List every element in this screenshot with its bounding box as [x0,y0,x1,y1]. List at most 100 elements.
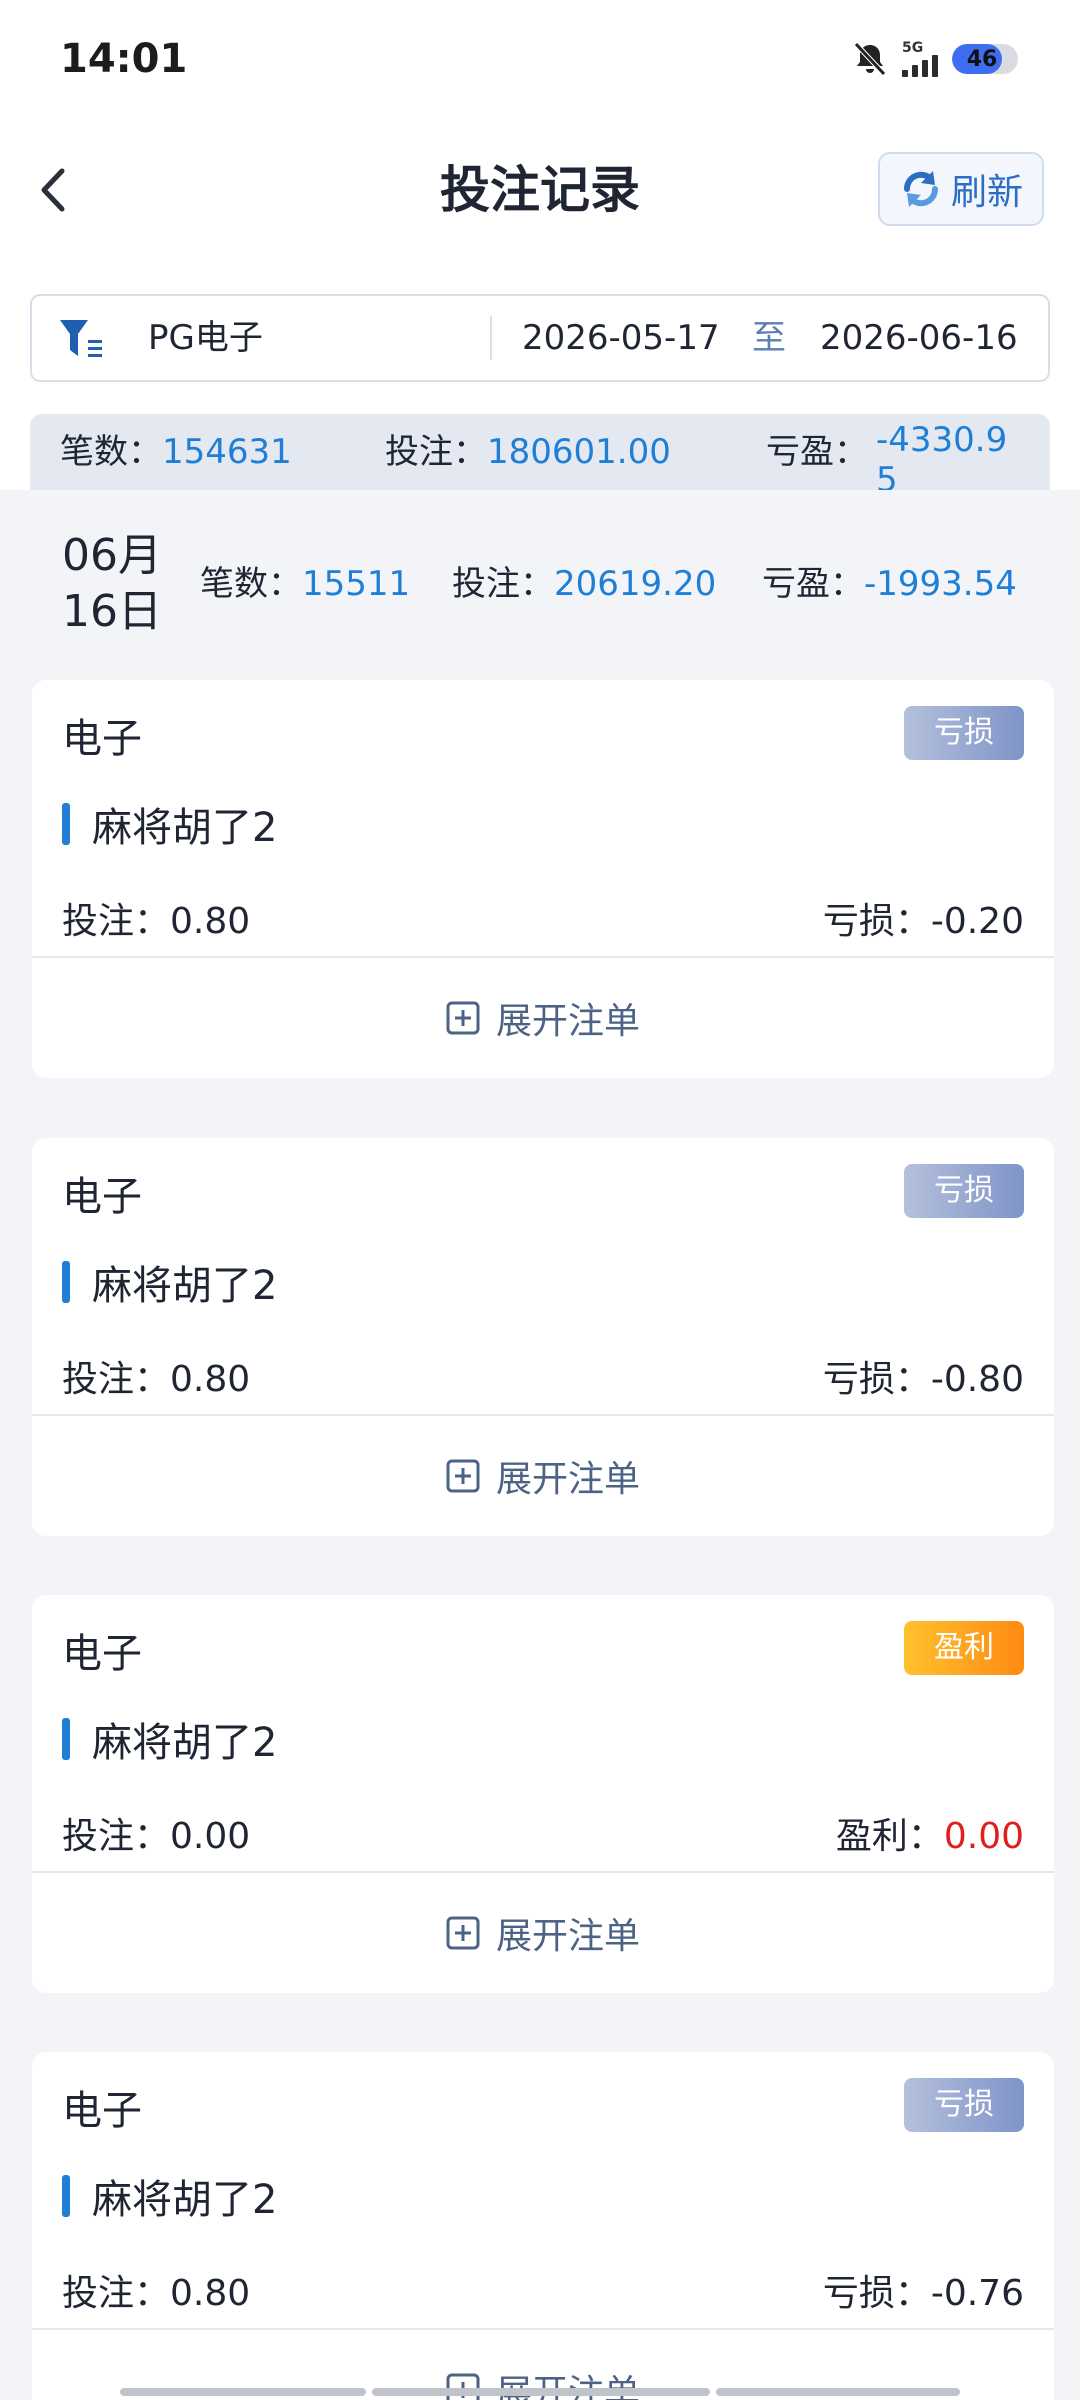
record-game: 麻将胡了2 [62,1717,277,1766]
plus-square-icon [446,1916,480,1950]
summary-count: 笔数：154631 [60,414,292,490]
result-badge: 盈利 [904,1621,1024,1675]
filter-icon[interactable] [58,316,106,364]
day-bet: 投注：20619.20 [452,556,716,605]
gesture-bar [372,2388,710,2396]
result-value: -0.20 [930,901,1024,942]
day-count-label: 笔数： [200,564,302,604]
result-label: 盈利： [835,1816,944,1857]
result-label: 亏损： [822,1359,931,1400]
result-value: -0.80 [930,1359,1024,1400]
plus-square-icon [446,1459,480,1493]
expand-label: 展开注单 [495,1916,640,1957]
summary-pl-label: 亏盈： [766,432,868,472]
game-name: 麻将胡了2 [92,805,278,851]
bet-record-card: 电子 亏损 麻将胡了2 投注：0.80 亏损：-0.80 展开注单 [32,1138,1054,1536]
day-header: 06月 16日 笔数：15511 投注：20619.20 亏盈：-1993.54 [0,520,1080,650]
bet-record-card: 电子 亏损 麻将胡了2 投注：0.80 亏损：-0.76 展开注单 [32,2052,1054,2400]
result-label: 亏损： [822,901,931,942]
refresh-icon [903,171,938,207]
result-label: 亏损： [822,2273,931,2314]
game-name: 麻将胡了2 [92,1263,278,1309]
filter-bar: PG电子 2026-05-17 至 2026-06-16 [30,294,1050,382]
gesture-bar [716,2388,960,2396]
record-result: 亏损：-0.76 [823,2264,1024,2316]
bet-value: 0.80 [170,1359,251,1400]
summary-pl-value: -4330.95 [876,420,1008,490]
day-month: 06月 [62,530,162,581]
back-button[interactable] [22,158,86,222]
summary-bet-value: 180601.00 [487,432,671,472]
expand-bet-button[interactable]: 展开注单 [32,958,1054,1078]
game-marker [62,1261,70,1303]
record-bet: 投注：0.00 [62,1807,250,1859]
game-marker [62,1718,70,1760]
bet-label: 投注： [62,901,171,942]
result-badge: 亏损 [904,1164,1024,1218]
refresh-label: 刷新 [950,172,1023,213]
day-date: 06月 16日 [62,528,162,640]
day-pl-value: -1993.54 [864,564,1017,604]
day-bet-label: 投注： [452,564,554,604]
record-category: 电子 [62,716,142,762]
result-value: 0.00 [943,1816,1024,1857]
signal-icon [902,55,938,77]
day-bet-value: 20619.20 [554,564,717,604]
record-category: 电子 [62,1631,142,1677]
expand-label: 展开注单 [495,1459,640,1500]
summary-bar: 笔数：154631 投注：180601.00 亏盈： -4330.95 [30,414,1050,490]
bell-muted-icon [854,42,886,76]
record-bet: 投注：0.80 [62,2264,250,2316]
filter-divider [490,316,492,360]
bet-record-card: 电子 亏损 麻将胡了2 投注：0.80 亏损：-0.20 展开注单 [32,680,1054,1078]
day-pl: 亏盈：-1993.54 [762,556,1017,605]
network-label: 5G [902,40,924,56]
record-bet: 投注：0.80 [62,1350,250,1402]
gesture-bar [120,2388,366,2396]
bet-record-card: 电子 盈利 麻将胡了2 投注：0.00 盈利：0.00 展开注单 [32,1595,1054,1993]
summary-count-value: 154631 [162,432,292,472]
bet-label: 投注： [62,1359,171,1400]
refresh-button[interactable]: 刷新 [878,152,1044,226]
bet-value: 0.80 [170,901,251,942]
bet-label: 投注： [62,2273,171,2314]
record-category: 电子 [62,1174,142,1220]
status-bar: 14:01 5G 46 [0,0,1080,120]
game-filter-select[interactable]: PG电子 [148,296,263,380]
expand-bet-button[interactable]: 展开注单 [32,1873,1054,1993]
result-value: -0.76 [930,2273,1024,2314]
plus-square-icon [446,1001,480,1035]
header: 投注记录 刷新 [0,140,1080,240]
game-name: 麻将胡了2 [92,1720,278,1766]
end-date-field[interactable]: 2026-06-16 [820,296,1018,380]
network-indicator: 5G [902,41,938,77]
bet-label: 投注： [62,1816,171,1857]
record-result: 亏损：-0.20 [823,892,1024,944]
battery-level: 46 [966,46,998,72]
bet-value: 0.80 [170,2273,251,2314]
day-day: 16日 [62,586,162,637]
battery-icon: 46 [952,44,1018,74]
day-count-value: 15511 [302,564,411,604]
record-category: 电子 [62,2088,142,2134]
game-name: 麻将胡了2 [92,2177,278,2223]
record-result: 亏损：-0.80 [823,1350,1024,1402]
start-date-field[interactable]: 2026-05-17 [522,296,720,380]
expand-label: 展开注单 [495,1001,640,1042]
day-count: 笔数：15511 [200,556,410,605]
result-badge: 亏损 [904,2078,1024,2132]
status-time: 14:01 [60,36,188,82]
summary-count-label: 笔数： [60,432,162,472]
expand-bet-button[interactable]: 展开注单 [32,1416,1054,1536]
record-bet: 投注：0.80 [62,892,250,944]
record-game: 麻将胡了2 [62,802,277,851]
chevron-left-icon [41,168,65,212]
game-marker [62,2175,70,2217]
day-pl-label: 亏盈： [762,564,864,604]
status-icons: 5G 46 [850,36,1018,82]
record-game: 麻将胡了2 [62,2174,277,2223]
record-result: 盈利：0.00 [836,1807,1024,1859]
bet-value: 0.00 [170,1816,251,1857]
record-game: 麻将胡了2 [62,1260,277,1309]
date-separator: 至 [752,318,786,358]
